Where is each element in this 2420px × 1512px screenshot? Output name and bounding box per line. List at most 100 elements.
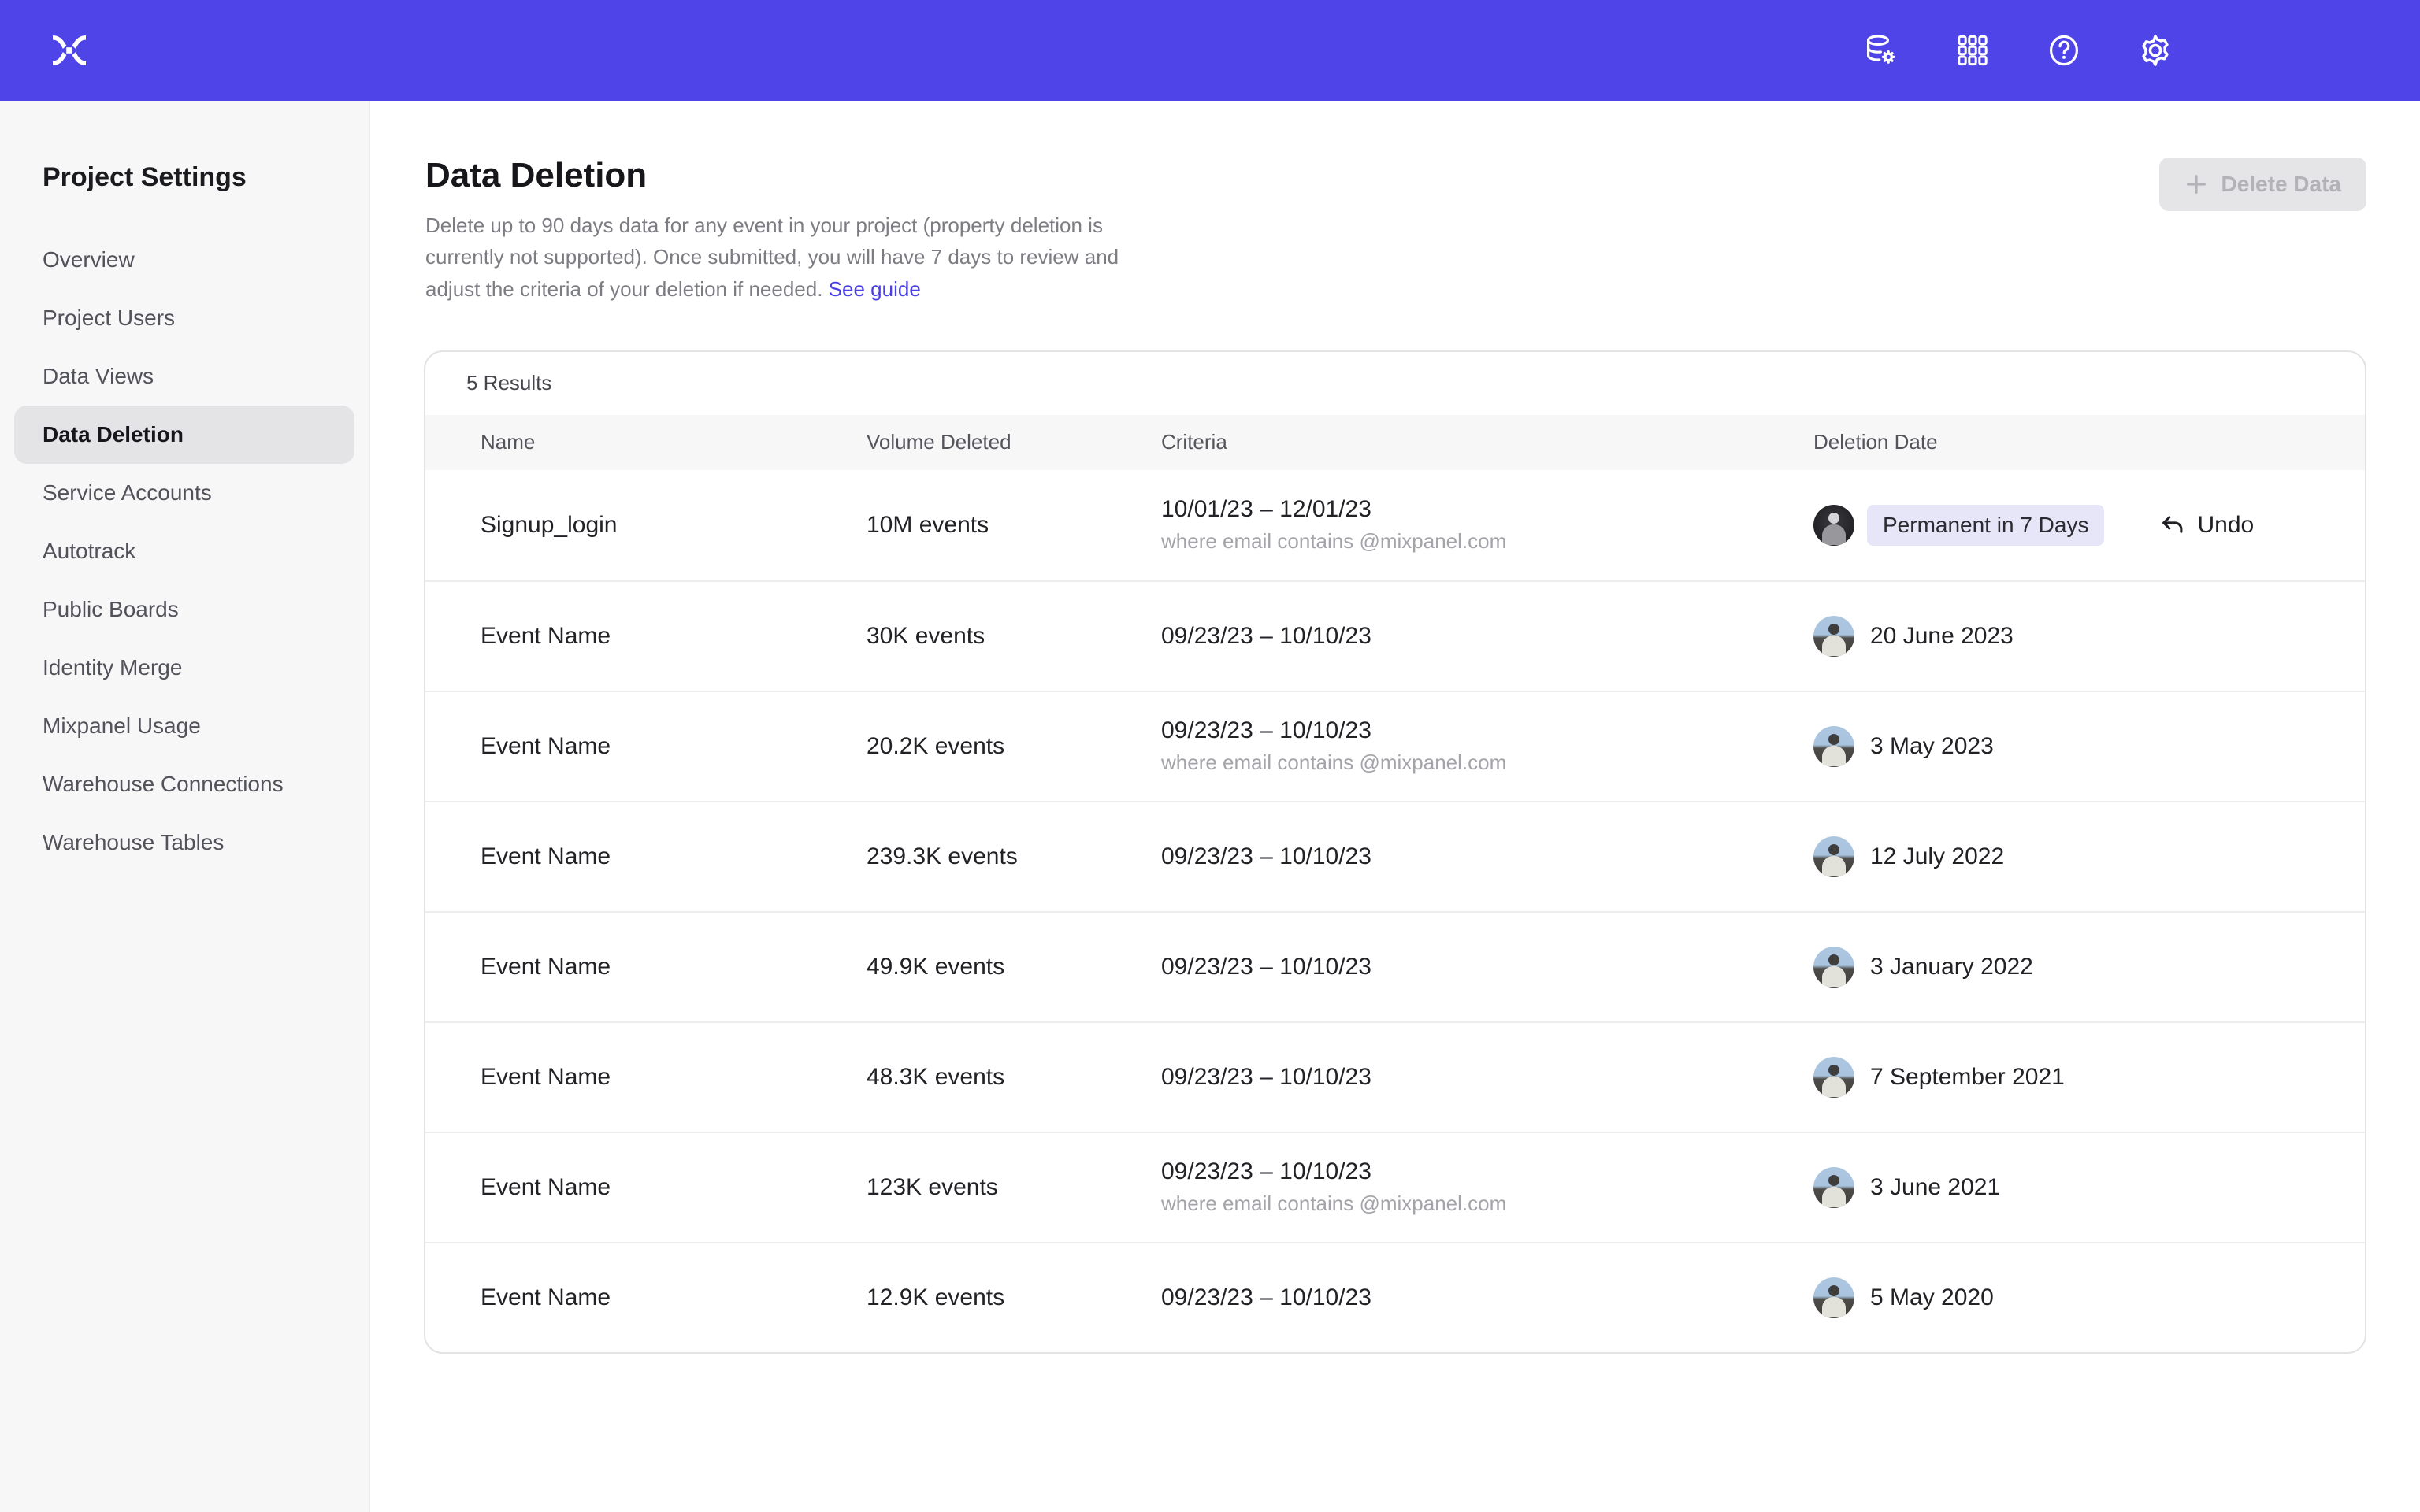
volume-deleted-cell: 10M events [867, 512, 1161, 539]
undo-icon [2158, 511, 2186, 539]
deletion-date-cell: 7 September 2021 [1813, 1057, 2365, 1098]
criteria-filter: where email contains @mixpanel.com [1161, 750, 1813, 775]
sidebar-item-label: Data Views [43, 364, 154, 389]
sidebar-item-label: Overview [43, 247, 135, 272]
event-name-cell: Event Name [481, 954, 867, 980]
table-body: Signup_login 10M events 10/01/23 – 12/01… [425, 470, 2365, 1352]
app-window: Project Settings Overview Project Users Da… [0, 0, 2420, 1512]
criteria-cell: 09/23/23 – 10/10/23 [1161, 1284, 1813, 1311]
table-header-row: Name Volume Deleted Criteria Deletion Da… [425, 415, 2365, 470]
volume-deleted-cell: 12.9K events [867, 1284, 1161, 1311]
results-count: 5 Results [466, 371, 551, 395]
sidebar-item-mixpanel-usage[interactable]: Mixpanel Usage [14, 697, 354, 755]
settings-icon[interactable] [2136, 32, 2174, 69]
deletion-date-label: 12 July 2022 [1870, 843, 2004, 870]
sidebar-item-warehouse-tables[interactable]: Warehouse Tables [14, 813, 354, 872]
criteria-range: 09/23/23 – 10/10/23 [1161, 1064, 1813, 1091]
volume-deleted-cell: 123K events [867, 1174, 1161, 1201]
criteria-range: 09/23/23 – 10/10/23 [1161, 843, 1813, 870]
column-header-volume-deleted: Volume Deleted [867, 430, 1161, 454]
sidebar-title: Project Settings [43, 162, 369, 193]
event-name-cell: Event Name [481, 1284, 867, 1311]
apps-grid-icon[interactable] [1954, 32, 1991, 69]
sidebar-item-data-views[interactable]: Data Views [14, 347, 354, 406]
sidebar-item-warehouse-connections[interactable]: Warehouse Connections [14, 755, 354, 813]
header-icon-group [1862, 32, 2174, 69]
criteria-range: 09/23/23 – 10/10/23 [1161, 954, 1813, 980]
avatar [1813, 947, 1854, 988]
help-icon[interactable] [2045, 32, 2083, 69]
main-content: Data Deletion Delete up to 90 days data … [370, 101, 2420, 1512]
event-name-cell: Event Name [481, 843, 867, 870]
criteria-range: 09/23/23 – 10/10/23 [1161, 1158, 1813, 1185]
data-settings-icon[interactable] [1862, 32, 1900, 69]
sidebar-item-label: Data Deletion [43, 422, 184, 447]
deletion-date-cell: 3 May 2023 [1813, 726, 2365, 767]
sidebar-item-label: Warehouse Tables [43, 830, 224, 855]
criteria-cell: 09/23/23 – 10/10/23 [1161, 623, 1813, 650]
sidebar-item-autotrack[interactable]: Autotrack [14, 522, 354, 580]
table-row: Event Name 30K events 09/23/23 – 10/10/2… [425, 580, 2365, 691]
avatar [1813, 505, 1854, 546]
page-header: Data Deletion Delete up to 90 days data … [370, 101, 2420, 305]
delete-data-button[interactable]: Delete Data [2159, 158, 2366, 211]
sidebar-nav: Overview Project Users Data Views Data Dele… [0, 231, 369, 872]
column-header-deletion-date: Deletion Date [1813, 430, 2365, 454]
criteria-cell: 09/23/23 – 10/10/23 where email contains… [1161, 1158, 1813, 1216]
deletion-date-label: 3 January 2022 [1870, 954, 2033, 980]
sidebar-item-label: Service Accounts [43, 480, 212, 506]
deletion-date-cell: 12 July 2022 [1813, 836, 2365, 877]
sidebar-item-label: Autotrack [43, 539, 135, 564]
column-header-criteria: Criteria [1161, 430, 1813, 454]
mixpanel-logo[interactable] [47, 28, 91, 72]
table-row: Event Name 49.9K events 09/23/23 – 10/10… [425, 911, 2365, 1021]
page-title: Data Deletion [425, 156, 2420, 195]
volume-deleted-cell: 20.2K events [867, 733, 1161, 760]
event-name-cell: Event Name [481, 623, 867, 650]
sidebar-item-data-deletion[interactable]: Data Deletion [14, 406, 354, 464]
deletion-date-label: 7 September 2021 [1870, 1064, 2065, 1091]
table-row: Event Name 239.3K events 09/23/23 – 10/1… [425, 801, 2365, 911]
criteria-range: 09/23/23 – 10/10/23 [1161, 623, 1813, 650]
avatar [1813, 616, 1854, 657]
sidebar: Project Settings Overview Project Users Da… [0, 101, 370, 1512]
table-row: Event Name 12.9K events 09/23/23 – 10/10… [425, 1242, 2365, 1352]
criteria-range: 09/23/23 – 10/10/23 [1161, 1284, 1813, 1311]
criteria-range: 09/23/23 – 10/10/23 [1161, 717, 1813, 744]
deletion-date-label: 3 June 2021 [1870, 1174, 2000, 1201]
volume-deleted-cell: 30K events [867, 623, 1161, 650]
deletion-date-cell: 5 May 2020 [1813, 1277, 2365, 1318]
undo-label: Undo [2197, 512, 2254, 539]
sidebar-item-label: Warehouse Connections [43, 772, 284, 797]
results-card: 5 Results Name Volume Deleted Criteria D… [424, 350, 2366, 1354]
volume-deleted-cell: 239.3K events [867, 843, 1161, 870]
sidebar-item-label: Mixpanel Usage [43, 713, 201, 739]
criteria-filter: where email contains @mixpanel.com [1161, 529, 1813, 554]
deletion-date-label: 3 May 2023 [1870, 733, 1994, 760]
criteria-filter: where email contains @mixpanel.com [1161, 1191, 1813, 1216]
plus-icon [2184, 172, 2208, 196]
table-row: Signup_login 10M events 10/01/23 – 12/01… [425, 470, 2365, 580]
sidebar-item-overview[interactable]: Overview [14, 231, 354, 289]
avatar [1813, 1167, 1854, 1208]
sidebar-item-service-accounts[interactable]: Service Accounts [14, 464, 354, 522]
permanent-badge: Permanent in 7 Days [1867, 505, 2104, 546]
sidebar-item-label: Public Boards [43, 597, 179, 622]
deletion-date-label: 20 June 2023 [1870, 623, 2014, 650]
deletion-date-label: 5 May 2020 [1870, 1284, 1994, 1311]
deletion-date-cell: 3 January 2022 [1813, 947, 2365, 988]
results-bar: 5 Results [425, 352, 2365, 415]
sidebar-item-identity-merge[interactable]: Identity Merge [14, 639, 354, 697]
page-description: Delete up to 90 days data for any event … [425, 209, 1125, 305]
deletion-date-cell: Permanent in 7 Days Undo [1813, 505, 2365, 546]
see-guide-link[interactable]: See guide [829, 277, 921, 301]
criteria-cell: 09/23/23 – 10/10/23 where email contains… [1161, 717, 1813, 775]
sidebar-item-public-boards[interactable]: Public Boards [14, 580, 354, 639]
criteria-cell: 09/23/23 – 10/10/23 [1161, 1064, 1813, 1091]
avatar [1813, 836, 1854, 877]
undo-button[interactable]: Undo [2158, 511, 2254, 539]
sidebar-item-label: Project Users [43, 306, 175, 331]
criteria-cell: 09/23/23 – 10/10/23 [1161, 954, 1813, 980]
sidebar-item-project-users[interactable]: Project Users [14, 289, 354, 347]
event-name-cell: Event Name [481, 1064, 867, 1091]
